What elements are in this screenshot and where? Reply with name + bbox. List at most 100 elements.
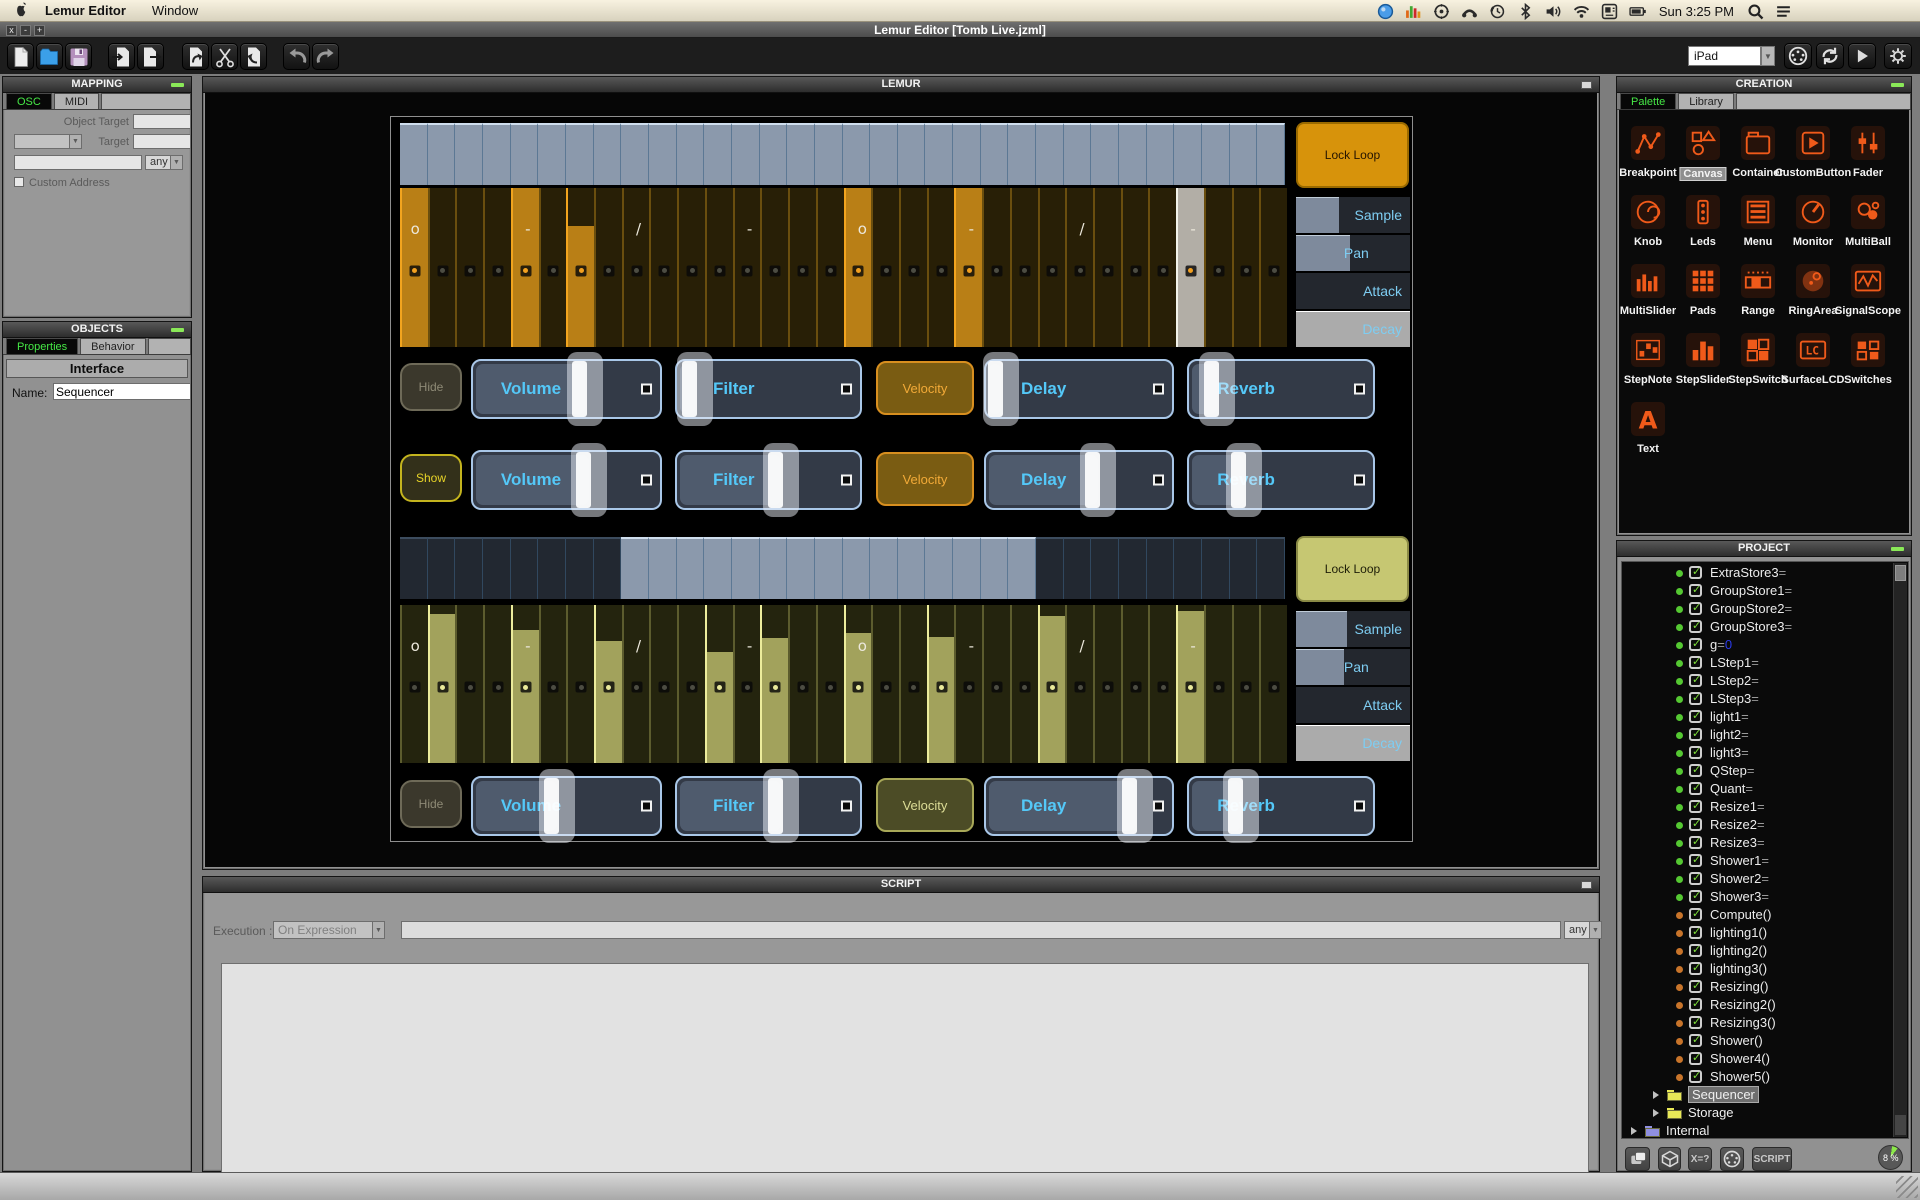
step-dot[interactable] xyxy=(1241,682,1252,693)
tree-item-resize1[interactable]: ✓Resize1= xyxy=(1622,798,1892,816)
sequencer-bottom-env-decay-fader[interactable]: Decay xyxy=(1296,725,1410,761)
play-button[interactable] xyxy=(1848,43,1876,69)
delay-fader[interactable]: Delay xyxy=(984,450,1174,510)
tree-item-quant[interactable]: ✓Quant= xyxy=(1622,780,1892,798)
reverb-fader[interactable]: Reverb xyxy=(1187,450,1375,510)
resize-grip[interactable] xyxy=(1896,1176,1918,1198)
step-dot[interactable] xyxy=(548,682,559,693)
delay-fader[interactable]: Delay xyxy=(984,776,1174,836)
step-dot[interactable] xyxy=(1019,265,1030,276)
step-column-31[interactable] xyxy=(1232,605,1260,763)
palette-item-stepslider[interactable] xyxy=(1686,333,1720,367)
sequencer-bottom-steps[interactable]: o-/-o-/- xyxy=(400,605,1287,763)
midi-connect-button[interactable] xyxy=(1784,43,1812,69)
script-code-editor[interactable] xyxy=(221,963,1589,1187)
fader-handle[interactable] xyxy=(1223,769,1259,843)
step-column-29[interactable] xyxy=(1176,605,1204,763)
step-column-20[interactable] xyxy=(927,605,955,763)
step-dot[interactable] xyxy=(742,265,753,276)
sequencer-bottom-env-pan-fader[interactable]: Pan xyxy=(1296,649,1410,685)
sequencer-bottom-env-sample-fader[interactable]: Sample xyxy=(1296,611,1410,647)
step-column-30[interactable] xyxy=(1204,605,1232,763)
step-dot[interactable] xyxy=(1130,682,1141,693)
palette-item-stepnote[interactable] xyxy=(1631,333,1665,367)
mapping-mode-select-arrow-icon[interactable]: ▼ xyxy=(69,134,82,149)
step-dot[interactable] xyxy=(493,265,504,276)
step-dot[interactable] xyxy=(881,265,892,276)
palette-item-pads[interactable] xyxy=(1686,264,1720,298)
midi-knob-icon[interactable] xyxy=(1433,3,1450,20)
expander-icon[interactable] xyxy=(1631,1127,1637,1135)
fader-handle[interactable] xyxy=(571,443,607,517)
step-column-26[interactable] xyxy=(1093,188,1121,347)
any-select-arrow-icon[interactable]: ▼ xyxy=(170,155,183,170)
battery-icon[interactable] xyxy=(1629,3,1646,20)
object-3d[interactable] xyxy=(1658,1147,1681,1171)
time-machine-icon[interactable] xyxy=(1489,3,1506,20)
step-column-32[interactable] xyxy=(1259,188,1287,347)
fader-state-square[interactable] xyxy=(1354,384,1365,395)
step-dot[interactable] xyxy=(964,265,975,276)
step-column-15[interactable] xyxy=(788,188,816,347)
item-checkbox[interactable]: ✓ xyxy=(1689,710,1702,723)
volume-fader[interactable]: Volume xyxy=(471,359,662,419)
new-file-button[interactable] xyxy=(7,43,34,70)
mapping-mode-select[interactable] xyxy=(14,134,70,149)
step-dot[interactable] xyxy=(1047,265,1058,276)
step-column-16[interactable] xyxy=(816,605,844,763)
step-dot[interactable] xyxy=(520,265,531,276)
step-column-16[interactable] xyxy=(816,188,844,347)
tree-item-light1[interactable]: ✓light1= xyxy=(1622,708,1892,726)
item-checkbox[interactable]: ✓ xyxy=(1689,836,1702,849)
step-dot[interactable] xyxy=(1213,265,1224,276)
step-column-21[interactable] xyxy=(954,188,982,347)
fader-state-square[interactable] xyxy=(841,475,852,486)
tree-item-resizing[interactable]: ✓Resizing() xyxy=(1622,978,1892,996)
step-dot[interactable] xyxy=(908,265,919,276)
tree-scrollbar[interactable] xyxy=(1893,563,1907,1137)
filter-fader[interactable]: Filter xyxy=(675,776,862,836)
step-column-21[interactable] xyxy=(954,605,982,763)
step-column-31[interactable] xyxy=(1232,188,1260,347)
tab-library[interactable]: Library xyxy=(1678,93,1734,109)
step-dot[interactable] xyxy=(465,682,476,693)
item-checkbox[interactable]: ✓ xyxy=(1689,980,1702,993)
fader-handle[interactable] xyxy=(763,443,799,517)
palette-item-leds[interactable] xyxy=(1686,195,1720,229)
fader-handle[interactable] xyxy=(677,352,713,426)
item-checkbox[interactable]: ✓ xyxy=(1689,566,1702,579)
tree-item-shower2[interactable]: ✓Shower2= xyxy=(1622,870,1892,888)
minimize-panel-icon[interactable] xyxy=(171,83,184,87)
midi[interactable] xyxy=(1720,1147,1744,1171)
tree-item-shower3[interactable]: ✓Shower3= xyxy=(1622,888,1892,906)
step-dot[interactable] xyxy=(1075,682,1086,693)
step-dot[interactable] xyxy=(603,265,614,276)
undo-button[interactable] xyxy=(283,43,310,70)
tree-item-shower[interactable]: ✓Shower() xyxy=(1622,1032,1892,1050)
menu-item-window[interactable]: Window xyxy=(152,3,198,18)
item-checkbox[interactable]: ✓ xyxy=(1689,1052,1702,1065)
custom-address-checkbox[interactable] xyxy=(14,177,24,187)
item-checkbox[interactable]: ✓ xyxy=(1689,674,1702,687)
step-dot[interactable] xyxy=(659,682,670,693)
filter-fader[interactable]: Filter xyxy=(675,359,862,419)
step-dot[interactable] xyxy=(437,682,448,693)
input-source-icon[interactable] xyxy=(1601,3,1618,20)
spotlight-icon[interactable] xyxy=(1747,3,1764,20)
step-column-15[interactable] xyxy=(788,605,816,763)
step-column-27[interactable] xyxy=(1121,188,1149,347)
step-column-23[interactable] xyxy=(1010,188,1038,347)
sequencer-bottom-lock-loop-button[interactable]: Lock Loop xyxy=(1296,536,1409,602)
step-dot[interactable] xyxy=(825,265,836,276)
step-dot[interactable] xyxy=(936,682,947,693)
step-dot[interactable] xyxy=(631,265,642,276)
step-column-14[interactable] xyxy=(760,605,788,763)
tree-item-shower5[interactable]: ✓Shower5() xyxy=(1622,1068,1892,1086)
step-column-25[interactable] xyxy=(1065,188,1093,347)
expander-icon[interactable] xyxy=(1653,1091,1659,1099)
item-checkbox[interactable]: ✓ xyxy=(1689,908,1702,921)
export-button[interactable] xyxy=(137,43,164,70)
step-column-13[interactable] xyxy=(733,605,761,763)
fader-handle[interactable] xyxy=(1117,769,1153,843)
sequencer-top-env-attack-fader[interactable]: Attack xyxy=(1296,273,1410,309)
